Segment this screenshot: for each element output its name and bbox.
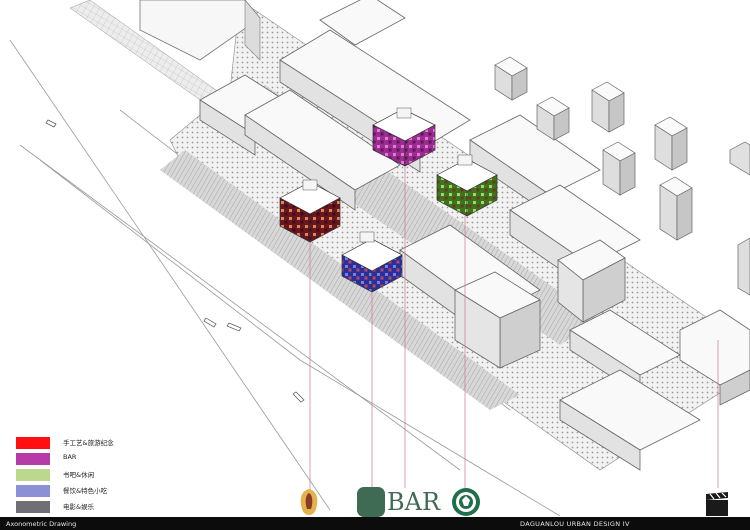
clapperboard-icon [706, 492, 728, 516]
legend-item-food: 餐饮&特色小吃 [16, 484, 186, 500]
legend-swatch [16, 485, 50, 497]
footer-bar: Axonometric Drawing DAGUANLOU URBAN DESI… [0, 517, 750, 530]
legend-item-film: 电影&娱乐 [16, 500, 186, 516]
starbucks-logo [452, 488, 480, 516]
legend-swatch [16, 469, 50, 481]
cup-icon [357, 487, 385, 517]
legend-item-bookbar: 书吧&休闲 [16, 468, 186, 484]
legend-swatch [16, 437, 50, 449]
project-title: DAGUANLOU URBAN DESIGN IV [520, 520, 630, 528]
drawing-type-label: Axonometric Drawing [6, 520, 77, 528]
bar-logo: BAR [357, 487, 440, 517]
program-legend: 手工艺&旅游纪念 BAR 书吧&休闲 餐饮&特色小吃 电影&娱乐 [16, 436, 186, 516]
legend-label: 手工艺&旅游纪念 [63, 439, 114, 447]
legend-label: 电影&娱乐 [63, 503, 95, 511]
legend-swatch [16, 501, 50, 513]
legend-swatch [16, 453, 50, 465]
legend-item-bar: BAR [16, 452, 186, 468]
legend-label: BAR [63, 453, 77, 461]
bar-logo-text: BAR [387, 488, 441, 516]
legend-label: 书吧&休闲 [63, 471, 95, 479]
legend-label: 餐饮&特色小吃 [63, 487, 108, 495]
craft-figure-logo [300, 489, 318, 515]
legend-item-craft: 手工艺&旅游纪念 [16, 436, 186, 452]
